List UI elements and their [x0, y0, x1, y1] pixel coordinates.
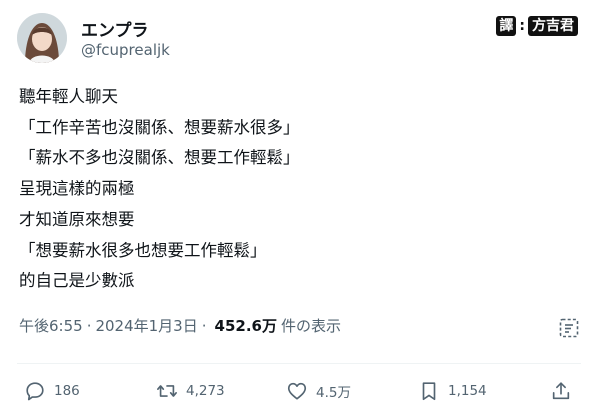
meta-separator: · — [86, 316, 92, 335]
tweet-meta: 午後6:55 · 2024年1月3日 · 452.6万 件の表示 — [19, 315, 341, 336]
avatar-image — [17, 13, 67, 63]
bookmark-count: 1,154 — [448, 383, 487, 399]
tweet-time[interactable]: 午後6:55 — [19, 315, 83, 336]
tweet-line: 的自己是少數派 — [19, 271, 135, 291]
bookmark-button[interactable]: 1,154 — [418, 376, 487, 406]
reply-icon — [26, 382, 44, 401]
watermark: 譯 : 方吉君 — [496, 15, 578, 37]
action-bar: 186 4,273 4.5万 1,154 — [0, 376, 598, 406]
bookmark-icon — [422, 382, 436, 401]
tweet-text: 聽年輕人聊天 「工作辛苦也沒關係、想要薪水很多」 「薪水不多也沒關係、想要工作輕… — [19, 82, 579, 297]
views-label: 件の表示 — [280, 317, 341, 335]
tweet-line: 「工作辛苦也沒關係、想要薪水很多」 — [19, 117, 300, 137]
retweet-icon — [157, 385, 177, 397]
watermark-right: 方吉君 — [528, 16, 578, 36]
tweet-date[interactable]: 2024年1月3日 — [95, 315, 197, 336]
tweet-line: 才知道原來想要 — [19, 209, 135, 229]
like-icon — [287, 382, 307, 400]
like-button[interactable]: 4.5万 — [286, 376, 351, 406]
divider — [17, 363, 581, 364]
tweet-line: 「想要薪水很多也想要工作輕鬆」 — [19, 240, 267, 260]
tweet-line: 聽年輕人聊天 — [19, 87, 118, 106]
retweet-button[interactable]: 4,273 — [156, 376, 225, 406]
like-count: 4.5万 — [316, 385, 351, 401]
share-button[interactable] — [550, 376, 572, 406]
share-icon — [552, 382, 570, 400]
author-name[interactable]: エンプラ — [81, 16, 149, 41]
views-count: 452.6万 — [214, 317, 277, 335]
tweet-line: 呈現這樣的兩極 — [19, 179, 135, 199]
reply-button[interactable]: 186 — [24, 376, 80, 406]
reply-count: 186 — [54, 383, 80, 399]
views-analytics-icon[interactable] — [558, 317, 580, 339]
avatar[interactable] — [17, 13, 67, 63]
author-handle[interactable]: @fcuprealjk — [81, 41, 170, 59]
retweet-count: 4,273 — [186, 383, 225, 399]
watermark-left: 譯 — [496, 16, 517, 36]
watermark-dot: : — [519, 18, 525, 34]
meta-separator: · — [201, 316, 207, 335]
tweet-line: 「薪水不多也沒關係、想要工作輕鬆」 — [19, 148, 300, 168]
